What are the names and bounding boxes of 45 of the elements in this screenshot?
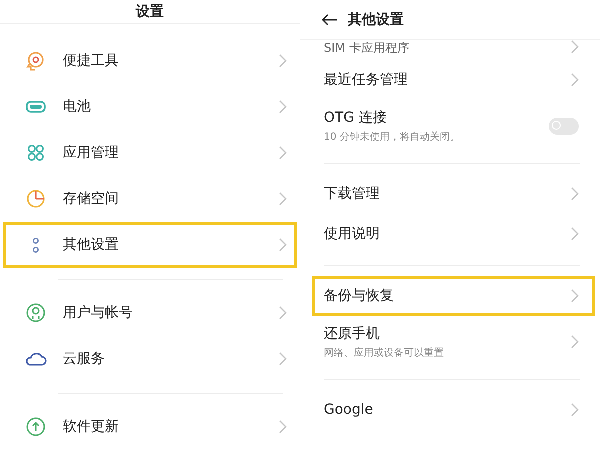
settings-item[interactable]: 备份与恢复: [312, 276, 595, 316]
settings-item[interactable]: 其他设置: [3, 222, 297, 268]
chevron-icon: [279, 100, 287, 114]
item-subtitle: 10 分钟未使用，将自动关闭。: [324, 130, 461, 144]
chevron-icon: [279, 192, 287, 206]
settings-item[interactable]: 最近任务管理: [312, 60, 595, 100]
item-title: OTG 连接: [324, 108, 388, 126]
settings-item[interactable]: 电池: [3, 84, 297, 130]
chevron-icon: [279, 420, 287, 434]
settings-item[interactable]: 软件更新: [3, 404, 297, 450]
upload-icon: [25, 416, 47, 438]
settings-item[interactable]: 应用管理: [3, 130, 297, 176]
chevron-icon: [571, 227, 579, 241]
settings-item[interactable]: OTG 连接 10 分钟未使用，将自动关闭。: [312, 100, 595, 152]
pie-chart-icon: [25, 188, 47, 210]
settings-item[interactable]: Google: [312, 390, 595, 430]
settings-item[interactable]: SIM 卡应用程序: [312, 40, 595, 60]
screen-title: 其他设置: [348, 10, 404, 28]
head-icon: [25, 50, 47, 72]
apps-icon: [25, 142, 47, 164]
chevron-icon: [571, 289, 579, 303]
chevron-icon: [279, 54, 287, 68]
toggle-switch[interactable]: [549, 118, 579, 134]
settings-item[interactable]: 用户与帐号: [3, 290, 297, 336]
chevron-icon: [279, 238, 287, 252]
item-subtitle: 网络、应用或设备可以重置: [324, 346, 445, 360]
chevron-icon: [279, 352, 287, 366]
chevron-icon: [571, 335, 579, 349]
chevron-icon: [571, 403, 579, 417]
settings-item[interactable]: 使用说明: [312, 214, 595, 254]
chevron-icon: [571, 40, 579, 54]
chevron-icon: [279, 146, 287, 160]
settings-item[interactable]: 便捷工具: [3, 38, 297, 84]
item-title: 还原手机: [324, 324, 381, 342]
settings-item[interactable]: 云服务: [3, 336, 297, 382]
settings-item[interactable]: 还原手机 网络、应用或设备可以重置: [312, 316, 595, 368]
back-icon[interactable]: [322, 14, 338, 26]
screen-title: 设置: [136, 2, 164, 20]
user-icon: [25, 302, 47, 324]
chevron-icon: [571, 187, 579, 201]
settings-item[interactable]: 存储空间: [3, 176, 297, 222]
chevron-icon: [571, 73, 579, 87]
dots-icon: [33, 238, 39, 252]
chevron-icon: [279, 306, 287, 320]
settings-item[interactable]: 下载管理: [312, 174, 595, 214]
